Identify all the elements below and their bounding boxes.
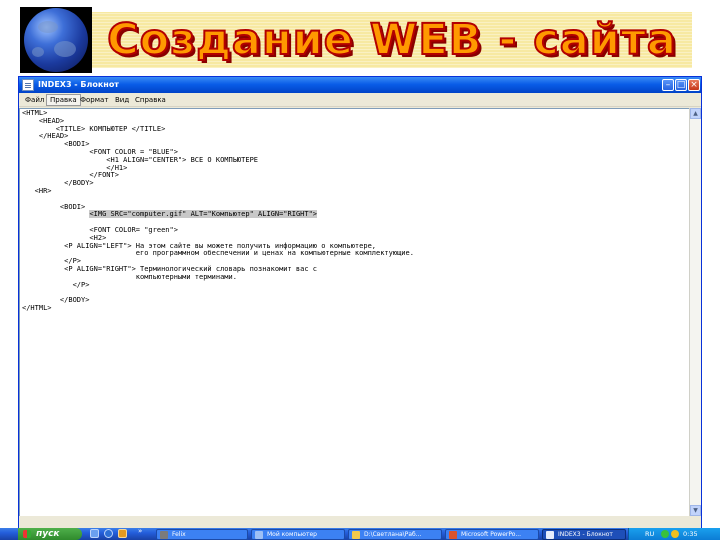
slide-header: Создание WEB - сайта <box>0 0 720 76</box>
taskbar-button[interactable]: Felix <box>156 529 248 540</box>
text-editor[interactable]: <HTML> <HEAD> <TITLE> КОМПЬЮТЕР </TITLE>… <box>19 108 689 516</box>
felix-icon <box>160 531 168 539</box>
code-line: <IMG SRC="computer.gif" ALT="Компьютер" … <box>22 210 414 219</box>
globe-icon <box>20 7 92 73</box>
slide-title: Создание WEB - сайта <box>106 14 677 66</box>
taskbar: пуск » RU 0:35 Felix Мой компьютер D:\Свет… <box>0 527 720 540</box>
window-titlebar[interactable]: INDEX3 - Блокнот – □ × <box>19 77 701 93</box>
code-line: </BODY> <box>22 296 90 305</box>
taskbar-button-label: Microsoft PowerPo... <box>461 531 522 538</box>
show-desktop-icon[interactable] <box>90 529 99 538</box>
taskbar-button[interactable]: Мой компьютер <box>251 529 345 540</box>
code-line: <HTML> <box>22 109 48 117</box>
window-footer <box>19 516 701 528</box>
notepad-icon <box>546 531 554 539</box>
tray-network-icon[interactable] <box>661 530 669 538</box>
folder-icon <box>352 531 360 539</box>
maximize-button[interactable]: □ <box>675 79 687 91</box>
notepad-window[interactable]: INDEX3 - Блокнот – □ × Файл Правка Формат В… <box>18 76 702 528</box>
media-icon[interactable] <box>118 529 127 538</box>
window-title: INDEX3 - Блокнот <box>38 80 119 89</box>
taskbar-button-label: INDEX3 - Блокнот <box>558 531 613 538</box>
powerpoint-icon <box>449 531 457 539</box>
code-line: <HR> <box>22 186 52 195</box>
vertical-scrollbar[interactable]: ▲ ▼ <box>689 108 701 516</box>
selected-text: <IMG SRC="computer.gif" ALT="Компьютер" … <box>89 210 318 219</box>
menu-item[interactable]: Справка <box>132 94 169 106</box>
taskbar-button-label: D:\Светлана\Раб... <box>364 531 422 538</box>
menu-item[interactable]: Формат <box>77 94 111 106</box>
windows-logo-icon <box>23 530 31 538</box>
system-tray: RU 0:35 <box>628 528 720 540</box>
code-line: </HTML> <box>22 303 52 312</box>
browser-icon[interactable] <box>104 529 113 538</box>
code-text: <HTML> <HEAD> <TITLE> КОМПЬЮТЕР </TITLE>… <box>22 109 414 313</box>
taskbar-button-label: Felix <box>172 531 186 538</box>
code-line: </BODY> <box>22 179 94 188</box>
tray-volume-icon[interactable] <box>671 530 679 538</box>
close-button[interactable]: × <box>688 79 700 91</box>
code-line: </P> <box>22 280 90 289</box>
taskbar-button[interactable]: D:\Светлана\Раб... <box>348 529 442 540</box>
minimize-button[interactable]: – <box>662 79 674 91</box>
my-computer-icon <box>255 531 263 539</box>
notepad-icon <box>22 79 34 91</box>
quick-launch: » <box>88 527 148 539</box>
start-button[interactable]: пуск <box>18 528 82 540</box>
menu-item[interactable]: Вид <box>112 94 132 106</box>
scroll-down-button[interactable]: ▼ <box>690 505 701 516</box>
menu-item[interactable]: Правка <box>46 94 81 106</box>
scroll-up-button[interactable]: ▲ <box>690 108 701 119</box>
language-indicator[interactable]: RU <box>645 528 654 540</box>
taskbar-button[interactable]: INDEX3 - Блокнот <box>542 529 626 540</box>
clock: 0:35 <box>683 530 698 538</box>
taskbar-button[interactable]: Microsoft PowerPo... <box>445 529 539 540</box>
taskbar-button-label: Мой компьютер <box>267 531 317 538</box>
start-label: пуск <box>36 529 60 539</box>
quick-launch-more-button[interactable]: » <box>138 527 142 535</box>
code-line: <TITLE> КОМПЬЮТЕР </TITLE> <box>22 124 166 133</box>
menu-bar: Файл Правка Формат Вид Справка <box>19 93 701 107</box>
menu-item[interactable]: Файл <box>22 94 47 106</box>
